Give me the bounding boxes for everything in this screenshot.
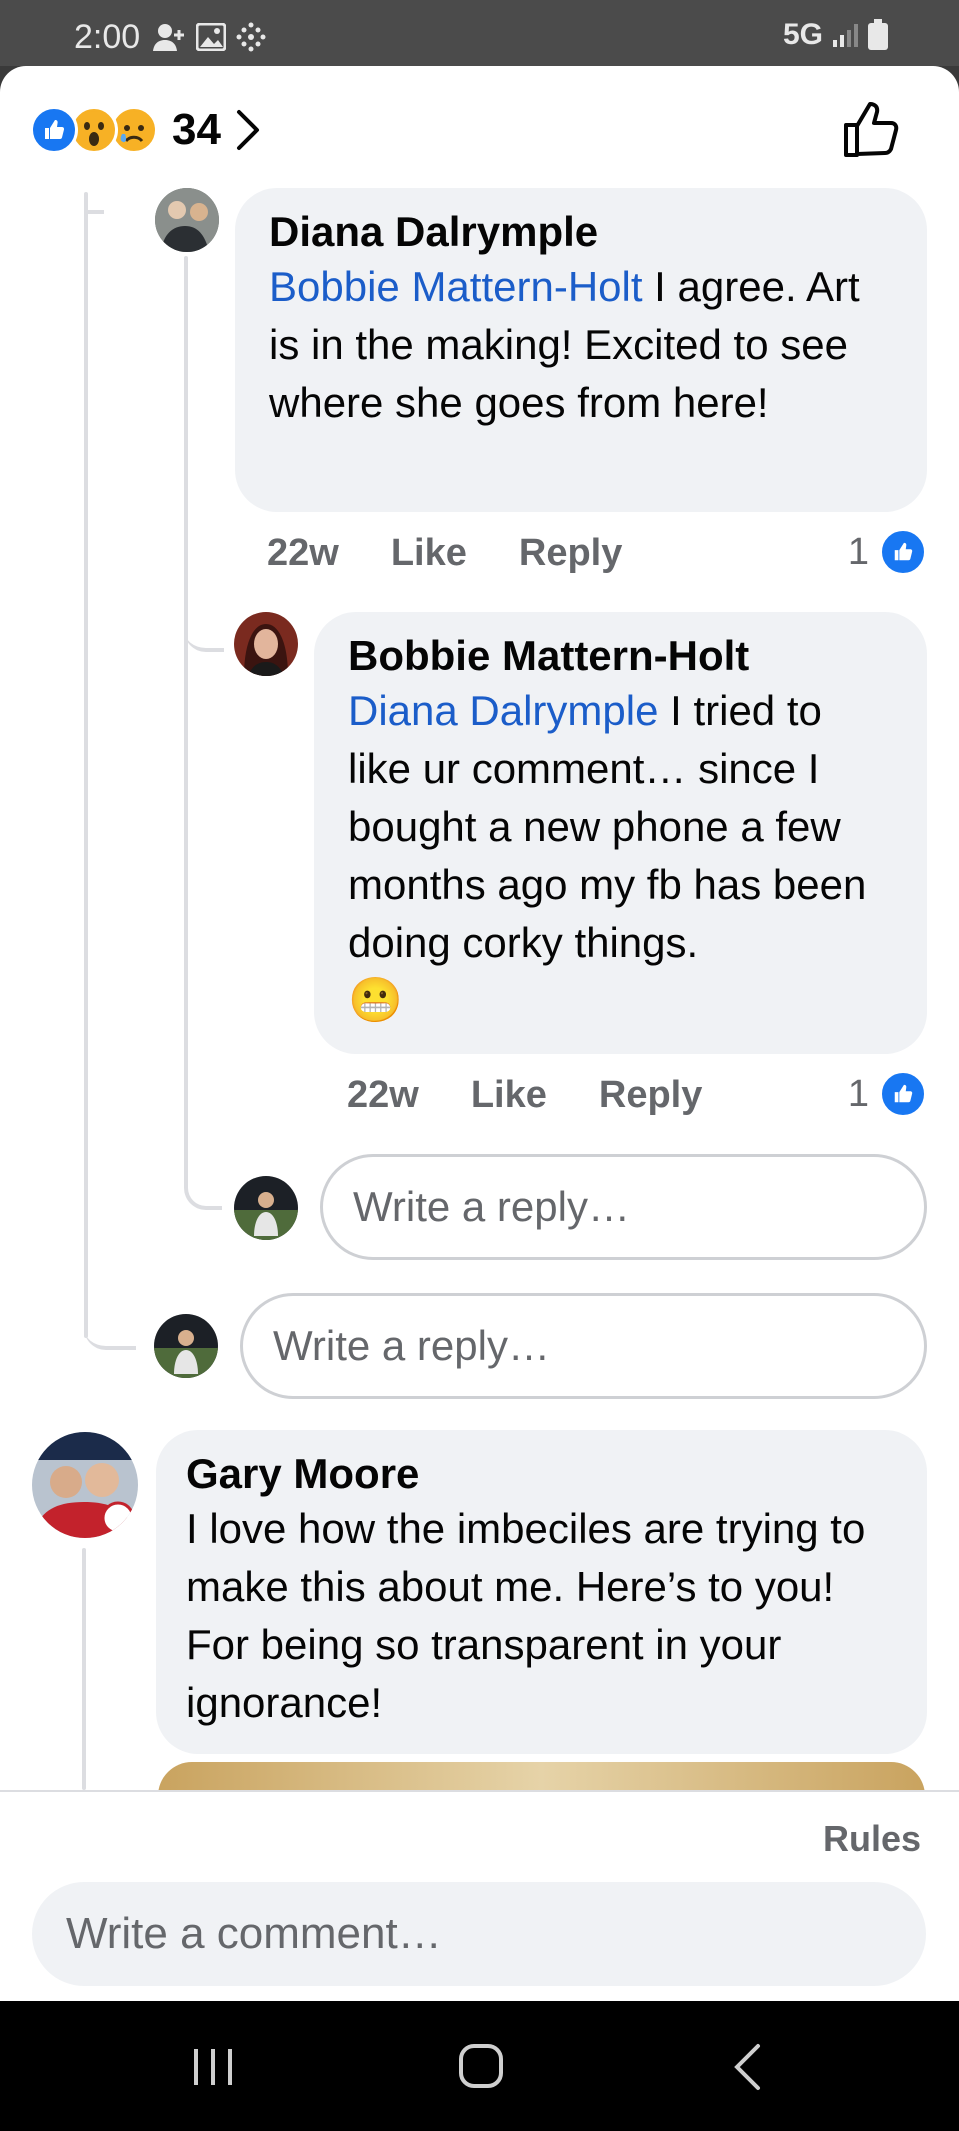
reactions-summary[interactable]: 34 xyxy=(30,105,261,155)
rules-link[interactable]: Rules xyxy=(823,1818,921,1860)
comment-like-count[interactable]: 1 xyxy=(848,1070,927,1118)
like-count-number: 1 xyxy=(847,1072,869,1115)
thread-line-outer xyxy=(84,192,88,1338)
person-add-icon xyxy=(153,24,184,51)
chevron-right-icon xyxy=(236,110,259,150)
thread-elbow-inner-comment xyxy=(184,600,224,652)
mention-link[interactable]: Bobbie Mattern-Holt xyxy=(269,263,643,310)
signal-icon xyxy=(833,24,858,47)
back-icon[interactable] xyxy=(732,2043,762,2091)
current-user-avatar xyxy=(154,1314,218,1378)
network-label: 5G xyxy=(782,18,823,51)
comment-text: Bobbie Mattern-Holt I agree. Art is in t… xyxy=(269,258,893,432)
avatar[interactable] xyxy=(155,188,219,252)
like-reaction-icon xyxy=(879,528,927,576)
comment-actions: 22w Like Reply xyxy=(347,1074,702,1117)
status-bar: 2:00 5G xyxy=(0,0,959,66)
like-button[interactable]: Like xyxy=(391,532,467,575)
comment-actions: 22w Like Reply xyxy=(267,532,622,575)
home-icon[interactable] xyxy=(458,2043,504,2089)
comment-like-count[interactable]: 1 xyxy=(848,528,927,576)
comment-author[interactable]: Gary Moore xyxy=(186,1448,897,1500)
avatar[interactable] xyxy=(32,1432,138,1538)
battery-icon xyxy=(868,19,888,50)
thread-elbow-inner-reply xyxy=(184,1160,222,1210)
comment-text: I love how the imbeciles are trying to m… xyxy=(186,1505,866,1726)
avatar[interactable] xyxy=(234,612,298,676)
comment-bubble: Gary Moore I love how the imbeciles are … xyxy=(156,1430,927,1754)
like-button[interactable]: Like xyxy=(471,1074,547,1117)
comment-author[interactable]: Diana Dalrymple xyxy=(269,206,893,258)
reply-input[interactable]: Write a reply… xyxy=(240,1293,927,1399)
comment-bubble: Bobbie Mattern-Holt Diana Dalrymple I tr… xyxy=(314,612,927,1054)
thumbs-up-icon xyxy=(844,102,899,157)
recent-apps-icon[interactable] xyxy=(190,2046,236,2088)
comment-text: Diana Dalrymple I tried to like ur comme… xyxy=(348,682,893,972)
like-reaction-icon xyxy=(879,1070,927,1118)
comment-input[interactable]: Write a comment… xyxy=(32,1882,926,1986)
grimace-emoji: 😬 xyxy=(348,976,403,1025)
like-count-number: 1 xyxy=(847,530,869,573)
mention-link[interactable]: Diana Dalrymple xyxy=(348,687,658,734)
reply-input[interactable]: Write a reply… xyxy=(320,1154,927,1260)
comment-time[interactable]: 22w xyxy=(267,532,339,575)
current-user-avatar xyxy=(234,1176,298,1240)
like-post-button[interactable] xyxy=(843,100,899,163)
comment-bubble: Diana Dalrymple Bobbie Mattern-Holt I ag… xyxy=(235,188,927,512)
reply-button[interactable]: Reply xyxy=(519,532,622,575)
reaction-count: 34 xyxy=(172,105,221,154)
dots-grid-icon xyxy=(236,22,266,52)
comment-time[interactable]: 22w xyxy=(347,1074,419,1117)
thread-elbow-outer-reply xyxy=(84,1300,136,1350)
thread-line-gary xyxy=(82,1548,86,1790)
status-notification-icons xyxy=(152,22,266,52)
thread-line-inner xyxy=(184,256,188,1186)
comment-author[interactable]: Bobbie Mattern-Holt xyxy=(348,630,893,682)
like-reaction-icon xyxy=(30,106,78,154)
reply-button[interactable]: Reply xyxy=(599,1074,702,1117)
status-time: 2:00 xyxy=(74,18,141,56)
system-navigation-bar xyxy=(0,2001,959,2131)
status-right: 5G xyxy=(783,18,889,52)
image-icon xyxy=(196,23,226,51)
